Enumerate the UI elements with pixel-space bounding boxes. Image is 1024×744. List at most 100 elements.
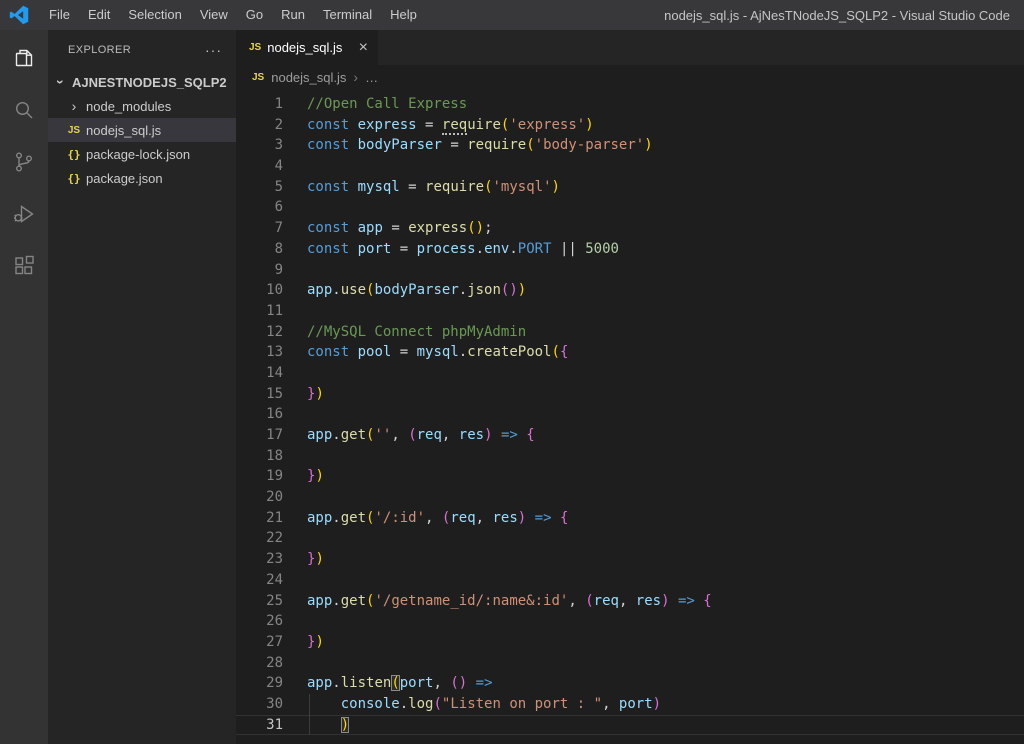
code-line-4[interactable]: 4 bbox=[236, 156, 1024, 177]
line-number[interactable]: 30 bbox=[236, 694, 300, 715]
extensions-icon[interactable] bbox=[12, 254, 36, 278]
code-token: ( bbox=[467, 220, 476, 237]
code-line-18[interactable]: 18 bbox=[236, 446, 1024, 467]
source-control-icon[interactable] bbox=[12, 150, 36, 174]
breadcrumb[interactable]: JS nodejs_sql.js › … bbox=[236, 65, 1024, 89]
line-number[interactable]: 28 bbox=[236, 653, 300, 674]
code-line-20[interactable]: 20 bbox=[236, 487, 1024, 508]
code-line-8[interactable]: 8 const port = process.env.PORT || 5000 bbox=[236, 239, 1024, 260]
code-token: 'body-parser' bbox=[534, 137, 645, 154]
code-line-12[interactable]: 12 //MySQL Connect phpMyAdmin bbox=[236, 322, 1024, 343]
code-line-14[interactable]: 14 bbox=[236, 363, 1024, 384]
code-token: ( bbox=[551, 344, 560, 361]
code-line-16[interactable]: 16 bbox=[236, 404, 1024, 425]
line-number[interactable]: 15 bbox=[236, 384, 300, 405]
code-line-6[interactable]: 6 bbox=[236, 197, 1024, 218]
code-line-27[interactable]: 27}) bbox=[236, 632, 1024, 653]
code-line-7[interactable]: 7 const app = express(); bbox=[236, 218, 1024, 239]
explorer-more-actions-icon[interactable]: ··· bbox=[205, 42, 222, 58]
line-number[interactable]: 23 bbox=[236, 549, 300, 570]
code-line-1[interactable]: 1 //Open Call Express bbox=[236, 94, 1024, 115]
explorer-icon[interactable] bbox=[12, 46, 36, 70]
code-token: ) bbox=[517, 282, 527, 299]
code-line-10[interactable]: 10 app.use(bodyParser.json()) bbox=[236, 280, 1024, 301]
code-editor[interactable]: 1//Open Call Express 2 const express = req… bbox=[236, 89, 1024, 744]
code-line-5[interactable]: 5 const mysql = require('mysql') bbox=[236, 177, 1024, 198]
menu-edit[interactable]: Edit bbox=[79, 0, 119, 30]
line-number[interactable]: 21 bbox=[236, 508, 300, 529]
code-line-21[interactable]: 21 app.get('/:id', (req, res) => { bbox=[236, 508, 1024, 529]
line-number[interactable]: 27 bbox=[236, 632, 300, 653]
code-line-31[interactable]: 31 ) bbox=[236, 714, 1024, 736]
line-number[interactable]: 13 bbox=[236, 342, 300, 363]
line-number[interactable]: 1 bbox=[236, 94, 300, 115]
line-number[interactable]: 18 bbox=[236, 446, 300, 467]
code-line-30[interactable]: 30 console.log("Listen on port : ", port… bbox=[236, 693, 1024, 715]
line-number[interactable]: 2 bbox=[236, 115, 300, 136]
line-number[interactable]: 20 bbox=[236, 487, 300, 508]
line-number[interactable]: 31 bbox=[236, 715, 300, 736]
code-line-9[interactable]: 9 bbox=[236, 260, 1024, 281]
line-number[interactable]: 4 bbox=[236, 156, 300, 177]
line-number[interactable]: 8 bbox=[236, 239, 300, 260]
sidebar-item-nodejs-sql-js[interactable]: JS nodejs_sql.js bbox=[48, 118, 236, 142]
tab-nodejs-sql-js[interactable]: JS nodejs_sql.js × bbox=[236, 30, 378, 65]
breadcrumb-file[interactable]: nodejs_sql.js bbox=[271, 70, 346, 85]
line-content: }) bbox=[300, 384, 1024, 405]
line-number[interactable]: 3 bbox=[236, 135, 300, 156]
code-line-11[interactable]: 11 bbox=[236, 301, 1024, 322]
code-token: , bbox=[568, 592, 586, 609]
line-number[interactable]: 16 bbox=[236, 404, 300, 425]
line-number[interactable]: 12 bbox=[236, 322, 300, 343]
code-line-25[interactable]: 25 app.get('/getname_id/:name&:id', (req,… bbox=[236, 591, 1024, 612]
code-token: get bbox=[340, 427, 367, 443]
code-line-24[interactable]: 24 bbox=[236, 570, 1024, 591]
menu-run[interactable]: Run bbox=[272, 0, 314, 30]
menu-file[interactable]: File bbox=[40, 0, 79, 30]
code-line-2[interactable]: 2 const express = require('express') bbox=[236, 115, 1024, 136]
file-list: › node_modules JS nodejs_sql.js {} package-lo… bbox=[48, 94, 236, 190]
code-token: . bbox=[332, 282, 341, 299]
line-number[interactable]: 25 bbox=[236, 591, 300, 612]
menu-terminal[interactable]: Terminal bbox=[314, 0, 381, 30]
search-icon[interactable] bbox=[12, 98, 36, 122]
code-line-13[interactable]: 13 const pool = mysql.createPool({ bbox=[236, 342, 1024, 363]
code-line-15[interactable]: 15}) bbox=[236, 384, 1024, 405]
code-token: '' bbox=[374, 427, 392, 443]
code-line-17[interactable]: 17 app.get('', (req, res) => { bbox=[236, 425, 1024, 446]
line-number[interactable]: 11 bbox=[236, 301, 300, 322]
line-number[interactable]: 10 bbox=[236, 280, 300, 301]
line-number[interactable]: 7 bbox=[236, 218, 300, 239]
line-number[interactable]: 9 bbox=[236, 260, 300, 281]
code-line-26[interactable]: 26 bbox=[236, 611, 1024, 632]
line-number[interactable]: 19 bbox=[236, 466, 300, 487]
line-number[interactable]: 22 bbox=[236, 528, 300, 549]
sidebar-item-package-lock-json[interactable]: {} package-lock.json bbox=[48, 142, 236, 166]
code-line-22[interactable]: 22 bbox=[236, 528, 1024, 549]
menu-selection[interactable]: Selection bbox=[119, 0, 190, 30]
line-content bbox=[300, 404, 1024, 425]
code-line-28[interactable]: 28 bbox=[236, 653, 1024, 674]
line-number[interactable]: 29 bbox=[236, 673, 300, 694]
sidebar-item-node-modules[interactable]: › node_modules bbox=[48, 94, 236, 118]
code-token: port bbox=[618, 695, 653, 712]
breadcrumb-more[interactable]: … bbox=[365, 70, 378, 85]
sidebar-item-package-json[interactable]: {} package.json bbox=[48, 166, 236, 190]
line-number[interactable]: 17 bbox=[236, 425, 300, 446]
sidebar-item-root-folder[interactable]: › AJNESTNODEJS_SQLP2 bbox=[48, 70, 236, 94]
code-line-29[interactable]: 29 app.listen(port, () => bbox=[236, 673, 1024, 694]
menu-view[interactable]: View bbox=[191, 0, 237, 30]
menu-go[interactable]: Go bbox=[237, 0, 272, 30]
code-line-23[interactable]: 23}) bbox=[236, 549, 1024, 570]
line-number[interactable]: 5 bbox=[236, 177, 300, 198]
line-number[interactable]: 24 bbox=[236, 570, 300, 591]
code-line-3[interactable]: 3 const bodyParser = require('body-parser… bbox=[236, 135, 1024, 156]
run-debug-icon[interactable] bbox=[12, 202, 36, 226]
menu-help[interactable]: Help bbox=[381, 0, 426, 30]
code-line-19[interactable]: 19}) bbox=[236, 466, 1024, 487]
line-number[interactable]: 26 bbox=[236, 611, 300, 632]
line-number[interactable]: 6 bbox=[236, 197, 300, 218]
line-number[interactable]: 14 bbox=[236, 363, 300, 384]
close-icon[interactable]: × bbox=[359, 39, 368, 56]
